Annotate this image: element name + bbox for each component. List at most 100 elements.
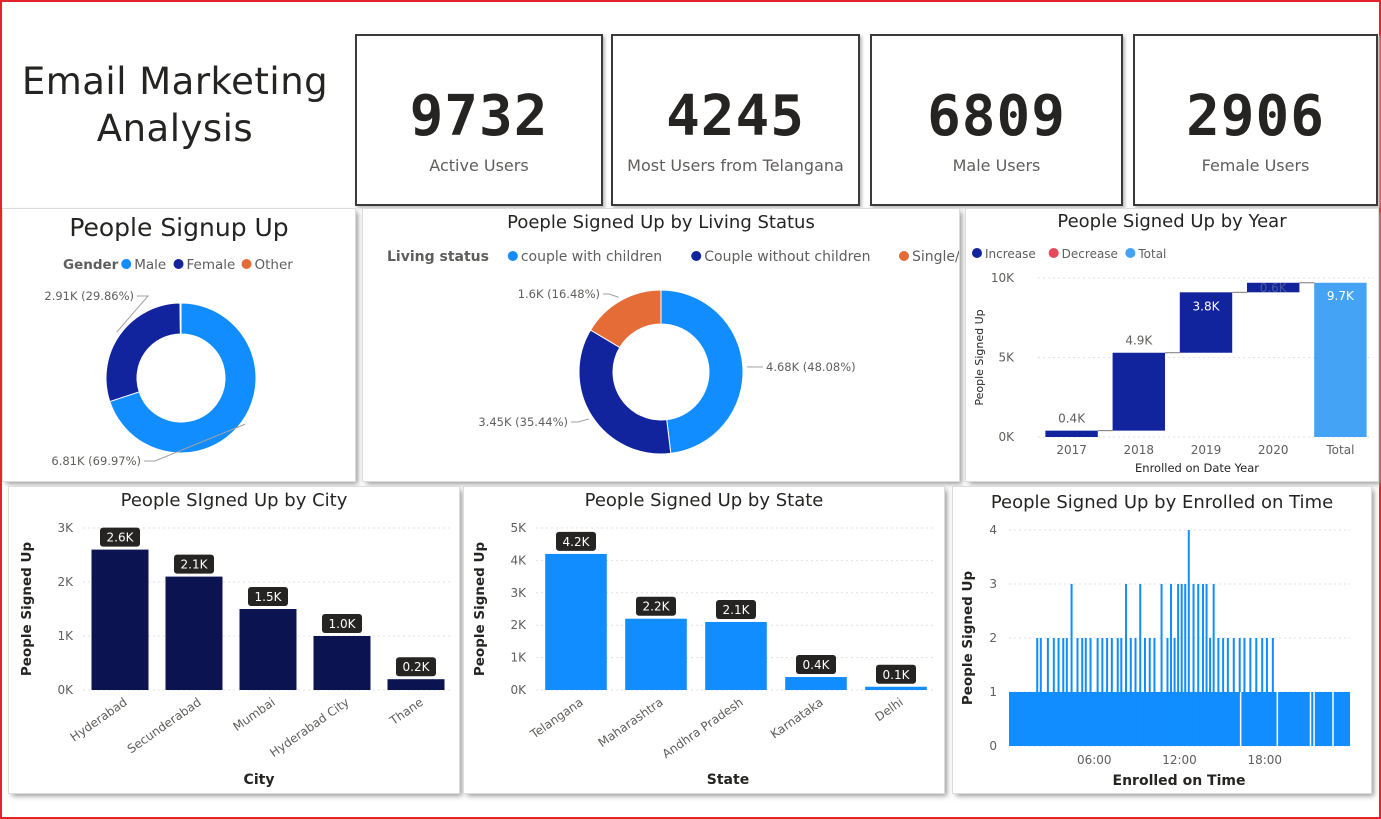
living-status-chart-panel[interactable]: Poeple Signed Up by Living Status Living… [363, 209, 959, 481]
y-axis-title: People Signed Up [472, 542, 488, 677]
legend-item: Increase [985, 247, 1036, 261]
bar [705, 621, 767, 690]
y-tick-label: 1 [989, 685, 997, 699]
bar [239, 609, 297, 690]
time-bar [1180, 584, 1183, 746]
gender-donut-chart: Gender Male Female Other 6.81K (69.97%) 2.91… [44, 257, 293, 468]
waterfall-bar [1045, 430, 1098, 437]
legend-marker [241, 259, 252, 269]
y-tick-label: 3K [57, 521, 74, 535]
x-tick-label: Secunderabad [125, 695, 204, 756]
kpi-value: 6809 [927, 84, 1066, 149]
bar [625, 618, 687, 690]
time-bar [1184, 584, 1187, 746]
time-bar [1249, 638, 1252, 746]
time-bar [1160, 584, 1163, 746]
year-waterfall-chart-panel[interactable]: People Signed Up by Year Increase Decreas… [966, 209, 1378, 481]
legend-item: Couple without children [704, 249, 870, 265]
kpi-card-telangana-users[interactable]: 4245 Most Users from Telangana [611, 34, 860, 206]
legend-title: Living status [387, 249, 489, 265]
time-bar [1062, 638, 1065, 746]
legend-marker [173, 259, 184, 269]
leader-line [603, 293, 619, 298]
x-tick-label: Thane [386, 695, 425, 728]
data-label: 6.81K (69.97%) [51, 454, 141, 468]
time-bar [1116, 638, 1119, 746]
report-title: Email Marketing Analysis [10, 58, 340, 152]
bar [865, 686, 927, 690]
time-bar [1265, 638, 1268, 746]
legend-marker [691, 251, 702, 261]
time-bar [1205, 584, 1208, 746]
legend-item: Other [255, 257, 294, 273]
x-axis-title: City [244, 772, 275, 788]
time-bar [1197, 584, 1200, 746]
time-bar [1070, 584, 1073, 746]
waterfall-bar [1314, 282, 1367, 437]
time-gap [1239, 692, 1242, 746]
state-bar-chart: 5K 4K 3K 2K 1K 0K People Signed Up State 4.2K Tel… [472, 521, 936, 788]
kpi-value: 9732 [409, 84, 549, 149]
baseline-bars [1009, 692, 1350, 746]
donut-slice [105, 302, 181, 403]
kpi-card-male-users[interactable]: 6809 Male Users [870, 34, 1123, 206]
time-bar [1139, 584, 1142, 746]
living-status-donut-chart: Living status couple with children Couple … [387, 249, 959, 455]
enrolled-time-chart-panel[interactable]: People Signed Up by Enrolled on Time 432… [953, 487, 1371, 793]
data-label: 2.1K [181, 558, 209, 572]
legend-title: Gender [63, 257, 119, 273]
y-tick-label: 0K [510, 683, 527, 697]
x-tick-label: Andhra Pradesh [660, 695, 746, 761]
y-tick-label: 2K [57, 575, 74, 589]
x-tick-label: Maharashtra [596, 695, 666, 750]
report-title-line1: Email Marketing [21, 60, 329, 103]
kpi-value: 4245 [666, 84, 805, 149]
y-tick-label: 2K [510, 618, 527, 632]
kpi-label: Female Users [1201, 156, 1310, 175]
gender-chart-panel[interactable]: People Signup Up Gender Male Female Other 6… [3, 209, 355, 481]
time-bar [1101, 638, 1104, 746]
city-chart-panel[interactable]: People SIgned Up by City 3K 2K 1K 0K People … [9, 487, 459, 793]
time-bar [1173, 638, 1176, 746]
y-tick-label: 1K [57, 629, 74, 643]
kpi-label: Most Users from Telangana [627, 156, 844, 175]
x-tick-label: Total [1325, 443, 1354, 457]
chart-legend: Gender Male Female Other [63, 257, 293, 273]
data-label: 0.2K [403, 660, 431, 674]
kpi-value: 2906 [1186, 84, 1325, 149]
bar [387, 679, 445, 690]
time-bar [1065, 638, 1068, 746]
y-tick-label: 1K [510, 651, 527, 665]
time-bar [1039, 638, 1042, 746]
x-tick-label: Delhi [872, 695, 905, 724]
y-tick-label: 0K [998, 430, 1015, 444]
time-bar [1057, 638, 1060, 746]
donut-slice [179, 302, 182, 335]
report-title-line2: Analysis [96, 107, 254, 150]
time-bar [1170, 584, 1173, 746]
kpi-card-active-users[interactable]: 9732 Active Users [355, 34, 603, 206]
time-bar [1232, 638, 1235, 746]
year-waterfall-chart: Increase Decrease Total 10K 5K 0K People Signe… [972, 247, 1374, 475]
time-bar [1187, 530, 1190, 746]
bar [785, 677, 847, 690]
time-bar [1243, 638, 1246, 746]
x-axis-title: State [707, 772, 749, 788]
x-tick-label: 2018 [1124, 443, 1155, 457]
data-label: 3.8K [1193, 299, 1221, 313]
legend-marker [899, 251, 909, 261]
y-tick-label: 10K [991, 271, 1015, 285]
time-bar [1106, 638, 1109, 746]
x-tick-label: 18:00 [1247, 753, 1282, 767]
time-bar [1217, 638, 1220, 746]
state-chart-panel[interactable]: People Signed Up by State 5K 4K 3K 2K 1K 0K Pe… [464, 487, 944, 793]
time-bar [1148, 638, 1151, 746]
time-bar [1036, 638, 1039, 746]
data-label: 9.7K [1327, 289, 1355, 303]
kpi-card-female-users[interactable]: 2906 Female Users [1133, 34, 1378, 206]
data-label: 0.1K [883, 668, 911, 682]
x-tick-label: 2020 [1258, 443, 1289, 457]
data-label: 2.91K (29.86%) [44, 289, 134, 303]
x-tick-label: Karnataka [768, 695, 826, 741]
x-tick-label: 06:00 [1077, 753, 1112, 767]
